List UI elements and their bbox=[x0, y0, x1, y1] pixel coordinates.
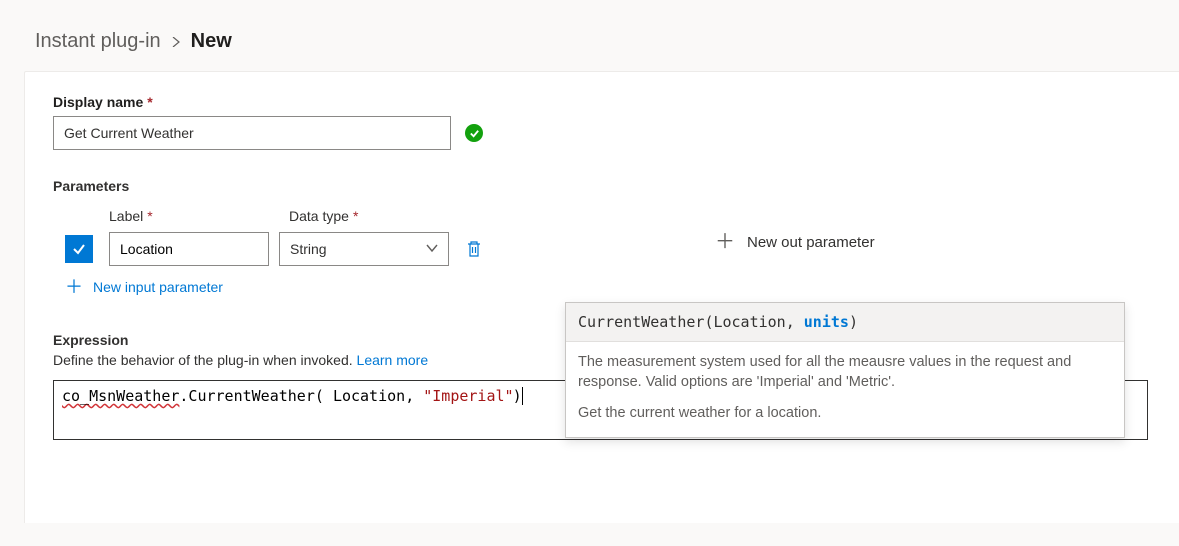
valid-check-icon bbox=[465, 124, 483, 142]
breadcrumb-current: New bbox=[191, 30, 232, 53]
tooltip-current-param: units bbox=[804, 313, 849, 331]
display-name-input[interactable] bbox=[53, 116, 451, 150]
tooltip-signature: CurrentWeather(Location, units) bbox=[566, 303, 1124, 342]
plus-icon: ＋ bbox=[715, 232, 735, 252]
required-asterisk: * bbox=[147, 94, 152, 110]
breadcrumb: Instant plug-in New bbox=[0, 0, 1179, 71]
parameters-header-row: Label* Data type* bbox=[53, 208, 485, 224]
parameter-row: String bbox=[53, 232, 485, 266]
column-header-label: Label* bbox=[109, 208, 279, 224]
chevron-right-icon bbox=[171, 30, 181, 53]
learn-more-link[interactable]: Learn more bbox=[357, 352, 429, 368]
plus-icon: ＋ bbox=[65, 278, 83, 296]
param-type-value: String bbox=[290, 241, 327, 257]
delete-param-button[interactable] bbox=[463, 238, 485, 260]
param-checkbox[interactable] bbox=[65, 235, 93, 263]
intellisense-tooltip: CurrentWeather(Location, units) The meas… bbox=[565, 302, 1125, 438]
param-label-input[interactable] bbox=[109, 232, 269, 266]
chevron-down-icon bbox=[426, 241, 438, 257]
parameters-heading: Parameters bbox=[53, 178, 1151, 194]
token-arg: Location bbox=[333, 387, 405, 405]
form-card: Display name* Parameters Label* Data typ… bbox=[24, 71, 1179, 523]
tooltip-fn-help: Get the current weather for a location. bbox=[578, 403, 1112, 423]
cursor: ) bbox=[513, 387, 523, 405]
new-out-param-button[interactable]: ＋ New out parameter bbox=[715, 232, 875, 252]
display-name-label: Display name* bbox=[53, 94, 1151, 110]
breadcrumb-parent[interactable]: Instant plug-in bbox=[35, 30, 161, 53]
token-namespace: co_MsnWeather bbox=[62, 387, 179, 405]
column-header-datatype: Data type* bbox=[289, 208, 459, 224]
new-input-param-button[interactable]: ＋ New input parameter bbox=[65, 278, 485, 296]
tooltip-param-help: The measurement system used for all the … bbox=[578, 352, 1112, 393]
token-string: "Imperial" bbox=[423, 387, 513, 405]
param-type-select[interactable]: String bbox=[279, 232, 449, 266]
token-function: .CurrentWeather bbox=[179, 387, 314, 405]
